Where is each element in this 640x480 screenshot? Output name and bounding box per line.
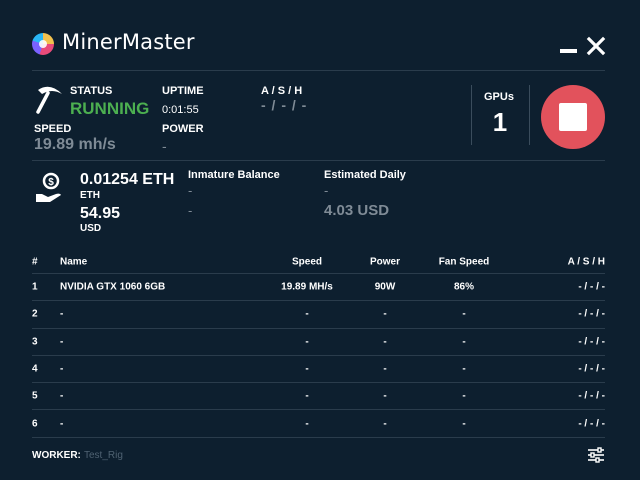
col-speed-header: Speed xyxy=(291,256,322,267)
worker-name: Test_Rig xyxy=(84,450,123,461)
table-header: # Name Speed Power Fan Speed A / S / H xyxy=(32,250,605,274)
table-row: 2 - - - - - / - / - xyxy=(32,301,605,329)
row-index: 5 xyxy=(32,390,38,402)
row-gpu-name: - xyxy=(60,363,64,375)
table-row: 4 - - - - - / - / - xyxy=(32,356,605,384)
row-gpu-name: - xyxy=(60,390,64,402)
table-row: 1 NVIDIA GTX 1060 6GB 19.89 MH/s 90W 86%… xyxy=(32,274,605,302)
minimize-button[interactable] xyxy=(560,36,577,53)
row-fan-speed: - xyxy=(462,336,466,348)
row-fan-speed: - xyxy=(462,418,466,430)
estimated-daily-label: Estimated Daily xyxy=(324,169,406,181)
money-hand-icon: $ xyxy=(34,172,66,204)
gpus-count: 1 xyxy=(492,107,508,137)
row-power: - xyxy=(383,308,387,320)
eth-balance-value: 0.01254 ETH xyxy=(80,171,175,188)
row-gpu-name: NVIDIA GTX 1060 6GB xyxy=(60,281,166,293)
close-button[interactable] xyxy=(586,36,606,56)
row-ash: - / - / - xyxy=(578,308,605,320)
col-fan-header: Fan Speed xyxy=(438,256,490,267)
row-fan-speed: - xyxy=(462,308,466,320)
row-speed: - xyxy=(305,363,309,375)
row-ash: - / - / - xyxy=(578,418,605,430)
ash-value: - / - / - xyxy=(261,97,308,113)
sliders-icon[interactable] xyxy=(587,447,605,463)
col-ash-header: A / S / H xyxy=(567,256,605,267)
row-index: 4 xyxy=(32,363,38,375)
ash-label: A / S / H xyxy=(261,85,303,97)
power-label: POWER xyxy=(162,123,204,135)
uptime-label: UPTIME xyxy=(162,85,204,97)
eth-unit-label: ETH xyxy=(80,190,100,201)
row-fan-speed: - xyxy=(462,390,466,402)
stats-divider xyxy=(471,85,472,145)
stats-divider xyxy=(529,85,530,145)
row-power: - xyxy=(383,336,387,348)
usd-unit-label: USD xyxy=(80,223,102,234)
speed-value: 19.89 mh/s xyxy=(34,136,116,153)
row-index: 6 xyxy=(32,418,38,430)
row-power: - xyxy=(383,418,387,430)
table-row: 3 - - - - - / - / - xyxy=(32,329,605,356)
row-power: - xyxy=(383,363,387,375)
row-fan-speed: - xyxy=(462,363,466,375)
row-index: 2 xyxy=(32,308,38,320)
row-speed: 19.89 MH/s xyxy=(281,281,333,293)
worker-label: WORKER: xyxy=(32,450,81,461)
row-ash: - / - / - xyxy=(578,390,605,402)
table-row: 5 - - - - - / - / - xyxy=(32,383,605,411)
immature-balance-label: Inmature Balance xyxy=(188,169,280,181)
status-label: STATUS xyxy=(70,85,113,97)
row-speed: - xyxy=(305,336,309,348)
row-fan-speed: 86% xyxy=(453,281,474,293)
immature-balance-value: - xyxy=(188,183,193,198)
stop-icon xyxy=(559,103,587,131)
row-gpu-name: - xyxy=(60,308,64,320)
close-icon xyxy=(586,36,606,56)
power-value: - xyxy=(162,138,167,154)
gpus-label: GPUs xyxy=(484,91,514,103)
row-speed: - xyxy=(305,308,309,320)
row-ash: - / - / - xyxy=(578,281,605,293)
header-divider xyxy=(32,70,605,71)
pickaxe-icon xyxy=(34,84,66,116)
gpu-table: # Name Speed Power Fan Speed A / S / H 1… xyxy=(32,250,605,438)
stats-divider-line xyxy=(32,160,605,161)
row-gpu-name: - xyxy=(60,418,64,430)
app-title: MinerMaster xyxy=(62,30,195,54)
usd-balance-value: 54.95 xyxy=(80,205,121,222)
row-ash: - / - / - xyxy=(578,363,605,375)
row-index: 3 xyxy=(32,336,38,348)
immature-balance-usd: - xyxy=(188,203,193,218)
row-power: - xyxy=(383,390,387,402)
uptime-value: 0:01:55 xyxy=(162,104,199,116)
svg-text:$: $ xyxy=(48,177,54,188)
row-power: 90W xyxy=(374,281,396,293)
estimated-daily-eth: - xyxy=(324,183,329,198)
row-gpu-name: - xyxy=(60,336,64,348)
row-index: 1 xyxy=(32,281,38,293)
col-name-header: Name xyxy=(60,256,88,267)
row-ash: - / - / - xyxy=(578,336,605,348)
speed-label: SPEED xyxy=(34,123,72,135)
row-speed: - xyxy=(305,418,309,430)
estimated-daily-usd: 4.03 USD xyxy=(324,202,390,219)
stop-mining-button[interactable] xyxy=(541,85,605,149)
col-index-header: # xyxy=(32,256,38,267)
row-speed: - xyxy=(305,390,309,402)
status-value: RUNNING xyxy=(70,99,150,118)
table-row: 6 - - - - - / - / - xyxy=(32,410,605,438)
app-logo-icon xyxy=(32,33,54,55)
col-power-header: Power xyxy=(369,256,400,267)
